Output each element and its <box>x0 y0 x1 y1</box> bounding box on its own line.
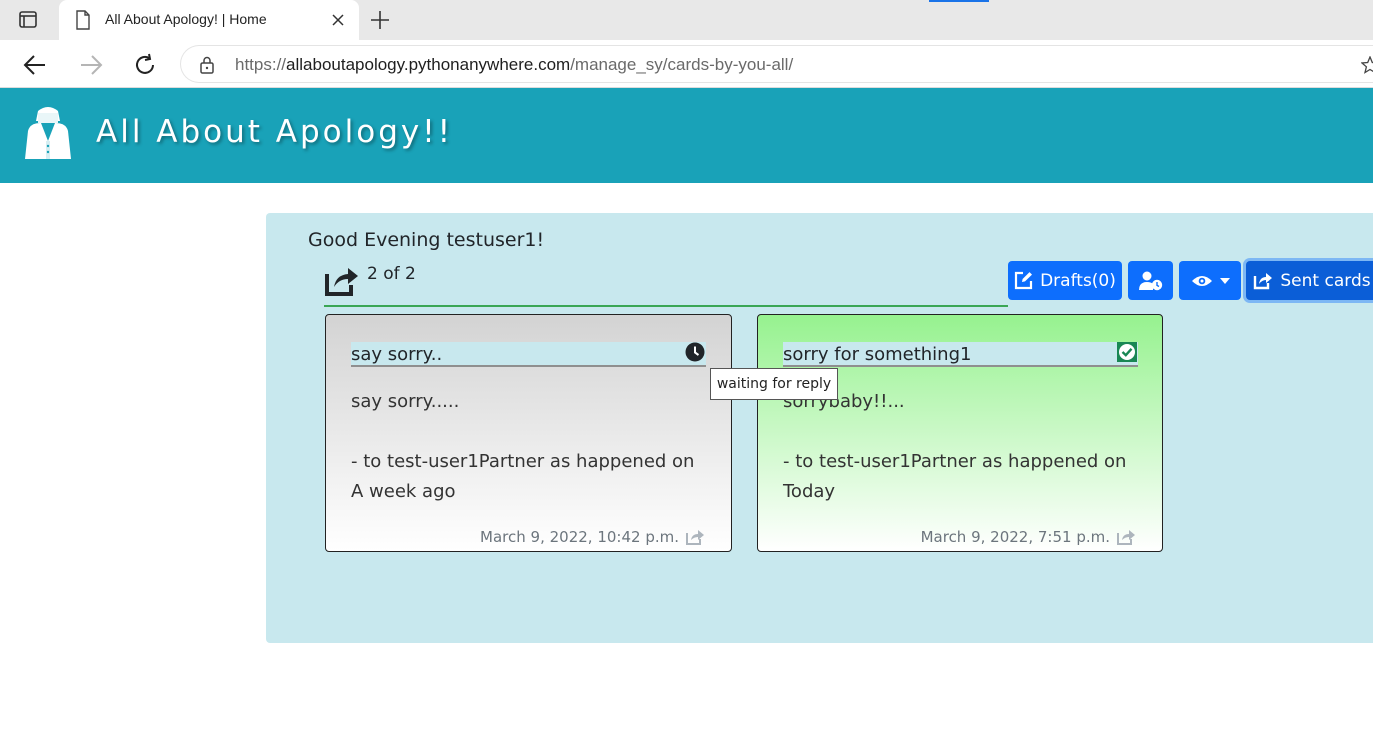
url-field[interactable]: https://allaboutapology.pythonanywhere.c… <box>180 45 1373 83</box>
card-message: say sorry..... <box>351 391 460 412</box>
card-footer: March 9, 2022, 7:51 p.m. <box>921 528 1136 546</box>
url-text: https://allaboutapology.pythonanywhere.c… <box>235 55 794 74</box>
apology-card[interactable]: sorry for something1 sorrybaby!!... - to… <box>757 314 1163 552</box>
card-timestamp: March 9, 2022, 7:51 p.m. <box>920 528 1110 546</box>
card-when: A week ago <box>351 481 456 502</box>
section-divider <box>324 305 1008 307</box>
browser-tab[interactable]: All About Apology! | Home <box>59 0 359 40</box>
view-dropdown-button[interactable] <box>1179 261 1241 300</box>
lock-icon[interactable] <box>199 56 215 74</box>
tab-actions-icon[interactable] <box>16 10 40 30</box>
site-brand[interactable]: All About Apology!! <box>96 114 453 150</box>
card-footer: March 9, 2022, 10:42 p.m. <box>480 528 705 546</box>
card-when: Today <box>783 481 836 502</box>
new-tab-icon[interactable] <box>368 8 392 32</box>
address-bar: https://allaboutapology.pythonanywhere.c… <box>0 40 1373 88</box>
card-recipient: - to test-user1Partner as happened on <box>783 451 1127 472</box>
site-header: All About Apology!! <box>0 88 1373 183</box>
favorite-star-icon[interactable] <box>1361 56 1373 74</box>
sent-cards-button[interactable]: Sent cards <box>1246 261 1373 300</box>
share-square-icon <box>1254 273 1273 290</box>
card-title: say sorry.. <box>351 342 706 367</box>
main-panel: Good Evening testuser1! 2 of 2 Drafts(0) <box>266 213 1373 643</box>
share-square-icon[interactable] <box>685 528 705 546</box>
share-icon <box>325 268 358 296</box>
site-logo-icon[interactable] <box>22 103 74 165</box>
clock-icon[interactable] <box>685 342 705 362</box>
status-tooltip: waiting for reply <box>710 368 838 400</box>
edit-icon <box>1014 271 1033 290</box>
drafts-button[interactable]: Drafts(0) <box>1008 261 1122 300</box>
greeting-text: Good Evening testuser1! <box>308 229 545 251</box>
tab-title: All About Apology! | Home <box>105 11 267 27</box>
drafts-label: Drafts(0) <box>1040 270 1116 291</box>
back-icon[interactable] <box>22 52 48 78</box>
user-status-button[interactable] <box>1128 261 1173 300</box>
card-count: 2 of 2 <box>367 264 416 284</box>
card-body: sorrybaby!!... - to test-user1Partner as… <box>783 387 1126 507</box>
sent-cards-label: Sent cards <box>1280 270 1371 291</box>
card-recipient: - to test-user1Partner as happened on <box>351 451 695 472</box>
user-clock-icon <box>1138 271 1162 290</box>
window-accent <box>929 0 989 2</box>
browser-tab-bar: All About Apology! | Home <box>0 0 1373 40</box>
apology-card[interactable]: say sorry.. say sorry..... - to test-use… <box>325 314 732 552</box>
refresh-icon[interactable] <box>132 52 158 78</box>
page-icon <box>76 10 90 30</box>
caret-down-icon <box>1219 277 1230 284</box>
card-title: sorry for something1 <box>783 342 1138 367</box>
eye-icon <box>1191 275 1212 286</box>
card-timestamp: March 9, 2022, 10:42 p.m. <box>480 528 679 546</box>
check-square-icon[interactable] <box>1117 342 1137 362</box>
close-tab-icon[interactable] <box>327 9 349 31</box>
share-square-icon[interactable] <box>1116 528 1136 546</box>
card-body: say sorry..... - to test-user1Partner as… <box>351 387 694 507</box>
forward-icon[interactable] <box>78 52 104 78</box>
